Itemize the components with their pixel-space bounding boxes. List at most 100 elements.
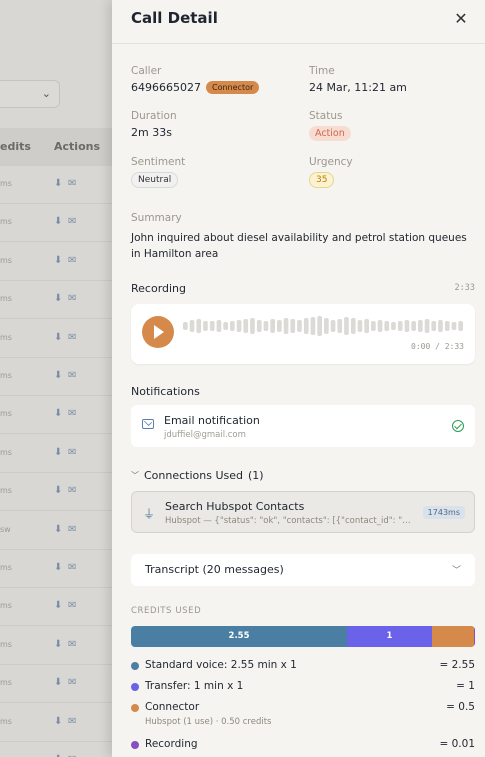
download-icon[interactable]: ⬇ — [54, 332, 62, 343]
background-filter-select[interactable]: ⌄ — [0, 80, 60, 108]
download-icon[interactable]: ⬇ — [54, 370, 62, 381]
credit-name: Transfer: 1 min x 1 — [145, 680, 244, 692]
download-icon[interactable]: ⬇ — [54, 216, 62, 227]
background-table-row: ms ⬇ ✉ — [0, 396, 112, 435]
sentiment-badge: Neutral — [131, 172, 179, 188]
waveform-bar — [196, 319, 202, 333]
download-icon[interactable]: ⬇ — [54, 639, 62, 650]
drawer-title: Call Detail — [131, 9, 218, 27]
mail-icon[interactable]: ✉ — [68, 524, 76, 535]
waveform-bar — [330, 320, 336, 332]
waveform-bar — [243, 319, 249, 333]
connections-toggle[interactable]: ﹀ Connections Used (1) — [131, 469, 264, 482]
credit-value: = 1 — [456, 680, 475, 692]
mail-icon[interactable]: ✉ — [68, 178, 76, 189]
row-credits-cell: ms — [0, 409, 12, 419]
duration-value: 2m 33s — [131, 126, 172, 139]
waveform-bar — [424, 319, 430, 333]
mail-icon[interactable]: ✉ — [68, 293, 76, 304]
waveform-bar — [303, 318, 309, 334]
close-icon: ✕ — [454, 9, 468, 28]
connection-item[interactable]: ⏚ Search Hubspot Contacts Hubspot — {"st… — [131, 491, 475, 533]
mail-icon[interactable]: ✉ — [68, 562, 76, 573]
legend-dot — [131, 741, 139, 749]
download-icon[interactable]: ⬇ — [54, 600, 62, 611]
waveform[interactable] — [183, 315, 465, 337]
credit-name: Recording — [145, 738, 198, 750]
row-credits-cell: ms — [0, 563, 12, 572]
credit-row-standard: Standard voice: 2.55 min x 1 = 2.55 — [131, 659, 475, 675]
download-icon[interactable]: ⬇ — [54, 677, 62, 688]
credit-row-connector: Connector = 0.5 Hubspot (1 use) · 0.50 cre… — [131, 701, 475, 733]
download-icon[interactable]: ⬇ — [54, 178, 62, 189]
waveform-bar — [256, 320, 262, 332]
caller-field: Caller 6496665027 Connector — [131, 65, 301, 94]
sentiment-field: Sentiment Neutral — [131, 156, 301, 188]
download-icon[interactable]: ⬇ — [54, 716, 62, 727]
waveform-bar — [324, 318, 329, 334]
credits-segment-recording — [474, 626, 475, 647]
download-icon[interactable]: ⬇ — [54, 524, 62, 535]
connection-detail: Hubspot — {"status": "ok", "contacts": [… — [165, 516, 415, 526]
summary-label: Summary — [131, 212, 182, 224]
waveform-bar — [431, 321, 437, 331]
credits-segment-transfer: 1 — [347, 626, 432, 647]
background-table-row: ms ⬇ ✉ — [0, 704, 112, 742]
mail-icon[interactable]: ✉ — [68, 677, 76, 688]
row-credits-cell: ms — [0, 639, 12, 649]
chevron-down-icon: ﹀ — [131, 471, 139, 480]
download-icon[interactable]: ⬇ — [54, 255, 62, 266]
waveform-bar — [183, 322, 188, 330]
background-table-row: ms ⬇ ✉ — [0, 243, 112, 281]
connection-title: Search Hubspot Contacts — [165, 500, 305, 513]
download-icon[interactable]: ⬇ — [54, 485, 62, 496]
transcript-label: Transcript (20 messages) — [145, 563, 284, 576]
mail-icon[interactable]: ✉ — [68, 332, 76, 343]
mail-icon[interactable]: ✉ — [68, 447, 76, 458]
mail-icon[interactable]: ✉ — [68, 370, 76, 381]
mail-icon[interactable]: ✉ — [68, 639, 76, 650]
waveform-bar — [391, 322, 396, 330]
mail-icon[interactable]: ✉ — [68, 716, 76, 727]
waveform-bar — [297, 320, 302, 332]
credit-row-recording: Recording = 0.01 — [131, 738, 475, 754]
check-circle-icon — [452, 420, 464, 432]
mail-icon[interactable]: ✉ — [68, 408, 76, 419]
download-icon[interactable]: ⬇ — [54, 408, 62, 419]
credit-value: = 0.01 — [439, 738, 475, 750]
waveform-bar — [230, 321, 235, 331]
transcript-toggle[interactable]: Transcript (20 messages) ﹀ — [131, 554, 475, 586]
waveform-bar — [451, 322, 457, 330]
waveform-bar — [384, 321, 390, 331]
status-label: Status — [309, 110, 343, 122]
playback-time: 0:00 / 2:33 — [411, 342, 464, 351]
row-credits-cell: ms — [0, 601, 12, 611]
download-icon[interactable]: ⬇ — [54, 562, 62, 573]
background-table-row: ms ⬇ ✉ — [0, 281, 112, 320]
caller-number: 6496665027 — [131, 81, 201, 94]
mail-icon[interactable]: ✉ — [68, 255, 76, 266]
mail-icon[interactable]: ✉ — [68, 600, 76, 611]
credits-column-header: edits — [0, 140, 31, 153]
sentiment-label: Sentiment — [131, 156, 186, 168]
credits-label: CREDITS USED — [131, 606, 202, 616]
background-table-row: sw ⬇ ✉ — [0, 512, 112, 550]
urgency-badge: 35 — [309, 172, 335, 188]
waveform-bar — [317, 316, 322, 336]
row-credits-cell: ms — [0, 371, 12, 380]
row-credits-cell: ms — [0, 255, 12, 265]
credit-name: Standard voice: 2.55 min x 1 — [145, 659, 297, 671]
close-button[interactable]: ✕ — [452, 10, 470, 28]
mail-icon[interactable]: ✉ — [68, 485, 76, 496]
background-table-row: ms ⬇ ✉ — [0, 550, 112, 588]
play-button[interactable] — [142, 316, 174, 348]
download-icon[interactable]: ⬇ — [54, 293, 62, 304]
waveform-bar — [290, 319, 296, 333]
waveform-bar — [344, 317, 349, 335]
mail-icon[interactable]: ✉ — [68, 216, 76, 227]
status-badge: Action — [309, 126, 351, 141]
drawer-header: Call Detail ✕ — [112, 0, 485, 44]
download-icon[interactable]: ⬇ — [54, 447, 62, 458]
credit-subtext: Hubspot (1 use) · 0.50 credits — [145, 717, 272, 727]
waveform-bar — [397, 321, 403, 331]
